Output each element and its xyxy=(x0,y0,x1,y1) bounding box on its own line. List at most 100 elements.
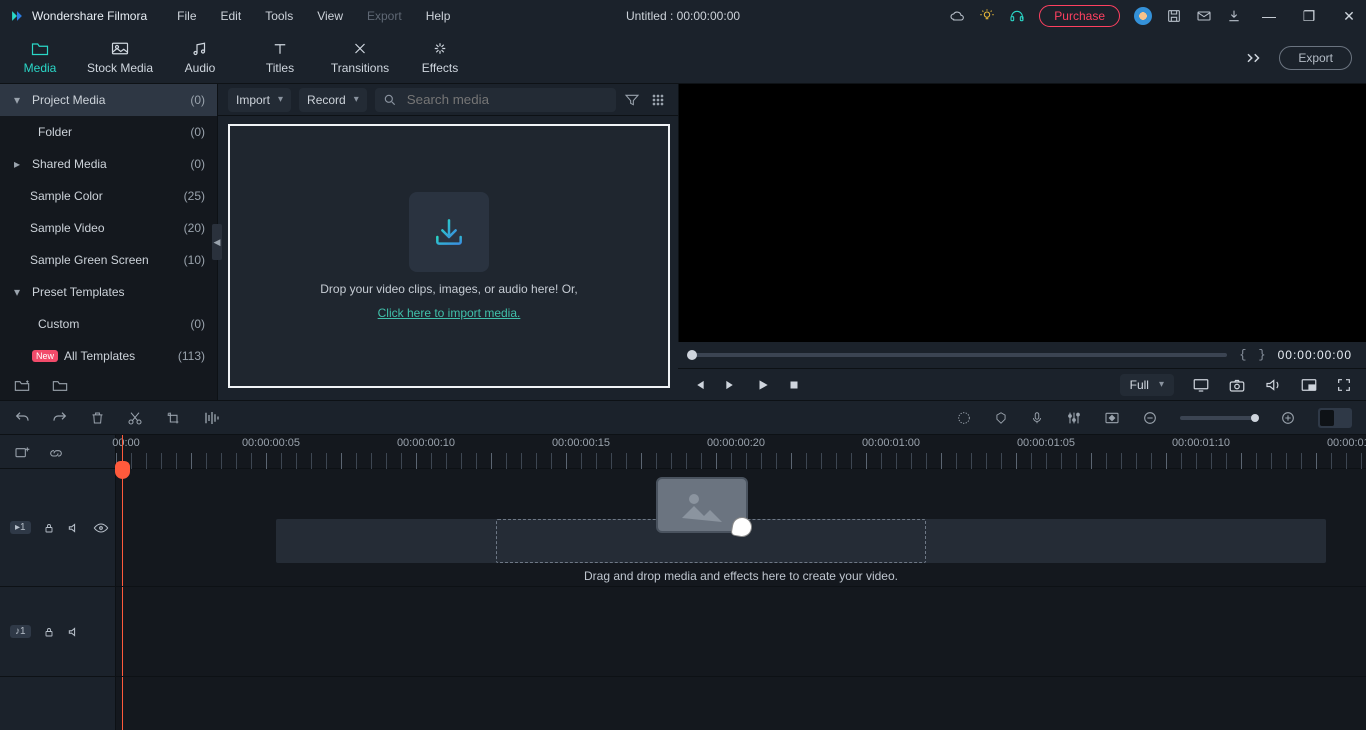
tab-titles[interactable]: Titles xyxy=(240,41,320,75)
panel-collapse-handle[interactable]: ◀ xyxy=(212,224,222,260)
ruler-tick: 00:00 xyxy=(112,437,140,449)
tab-transitions[interactable]: Transitions xyxy=(320,41,400,75)
record-dropdown[interactable]: Record▾ xyxy=(299,88,367,112)
menu-file[interactable]: File xyxy=(167,5,206,27)
mute-icon[interactable] xyxy=(67,522,81,534)
mark-out-icon[interactable]: } xyxy=(1258,348,1265,362)
snapshot-icon[interactable] xyxy=(1228,377,1246,393)
tab-effects[interactable]: Effects xyxy=(400,41,480,75)
lightbulb-icon[interactable] xyxy=(979,8,995,24)
mail-icon[interactable] xyxy=(1196,8,1212,24)
media-search[interactable] xyxy=(375,88,616,112)
menu-help[interactable]: Help xyxy=(416,5,461,27)
media-library-tree: ▾ Project Media (0) Folder (0) ▸ Shared … xyxy=(0,84,218,400)
tab-stock-media[interactable]: Stock Media xyxy=(80,41,160,75)
voiceover-icon[interactable] xyxy=(1030,410,1044,426)
save-icon[interactable] xyxy=(1166,8,1182,24)
display-icon[interactable] xyxy=(1192,377,1210,393)
grid-view-icon[interactable] xyxy=(650,92,668,108)
mark-in-icon[interactable]: { xyxy=(1239,348,1246,362)
tree-folder[interactable]: Folder (0) xyxy=(0,116,217,148)
video-track-header[interactable]: ▸1 xyxy=(0,469,115,587)
play-icon[interactable] xyxy=(756,378,770,392)
undo-icon[interactable] xyxy=(14,410,30,426)
zoom-out-icon[interactable] xyxy=(1142,410,1158,426)
render-preview-icon[interactable] xyxy=(956,410,972,426)
user-avatar[interactable] xyxy=(1134,7,1152,25)
menu-edit[interactable]: Edit xyxy=(211,5,252,27)
new-folder-icon[interactable] xyxy=(14,378,30,392)
tab-effects-label: Effects xyxy=(422,61,458,75)
video-track-badge: ▸1 xyxy=(10,521,31,534)
stop-icon[interactable] xyxy=(788,379,800,391)
fullscreen-icon[interactable] xyxy=(1336,377,1352,393)
tree-sample-video[interactable]: Sample Video (20) xyxy=(0,212,217,244)
volume-icon[interactable] xyxy=(1264,377,1282,393)
redo-icon[interactable] xyxy=(52,410,68,426)
ribbon-overflow-icon[interactable] xyxy=(1245,51,1263,65)
tree-label: Preset Templates xyxy=(32,285,205,299)
audio-mixer-icon[interactable] xyxy=(1066,410,1082,426)
menu-view[interactable]: View xyxy=(307,5,353,27)
preview-scrubber[interactable] xyxy=(692,353,1227,357)
timeline-view-toggle[interactable] xyxy=(1318,408,1352,428)
mute-icon[interactable] xyxy=(67,626,81,638)
tree-footer xyxy=(0,370,82,400)
tree-shared-media[interactable]: ▸ Shared Media (0) xyxy=(0,148,217,180)
lock-icon[interactable] xyxy=(43,625,55,639)
timeline-tracks[interactable]: Drag and drop media and effects here to … xyxy=(116,469,1366,730)
tree-preset-templates[interactable]: ▾ Preset Templates xyxy=(0,276,217,308)
tree-project-media[interactable]: ▾ Project Media (0) xyxy=(0,84,217,116)
menu-tools[interactable]: Tools xyxy=(255,5,303,27)
tree-sample-color[interactable]: Sample Color (25) xyxy=(0,180,217,212)
import-dropdown[interactable]: Import▾ xyxy=(228,88,291,112)
zoom-in-icon[interactable] xyxy=(1280,410,1296,426)
lock-icon[interactable] xyxy=(43,521,55,535)
audio-track-header[interactable]: ♪1 xyxy=(0,587,115,677)
filter-icon[interactable] xyxy=(624,92,642,108)
zoom-slider[interactable] xyxy=(1180,416,1258,420)
tree-sample-green[interactable]: Sample Green Screen (10) xyxy=(0,244,217,276)
media-toolbar: Import▾ Record▾ xyxy=(218,84,678,116)
export-button[interactable]: Export xyxy=(1279,46,1352,70)
cloud-icon[interactable] xyxy=(949,8,965,24)
next-frame-icon[interactable] xyxy=(724,378,738,392)
tree-label: Sample Green Screen xyxy=(30,253,184,267)
dragged-media-thumbnail[interactable] xyxy=(656,477,748,533)
keyframe-icon[interactable] xyxy=(1104,411,1120,425)
window-restore[interactable]: ❐ xyxy=(1296,8,1322,25)
tree-label: Project Media xyxy=(32,93,190,107)
ruler-tick: 00:00:00:05 xyxy=(242,437,300,449)
equalizer-icon[interactable] xyxy=(203,410,221,426)
split-icon[interactable] xyxy=(127,410,143,426)
download-icon[interactable] xyxy=(1226,8,1242,24)
window-minimize[interactable]: — xyxy=(1256,8,1282,24)
link-icon[interactable] xyxy=(48,445,64,459)
add-track-icon[interactable] xyxy=(14,445,30,459)
audio-track[interactable] xyxy=(116,587,1366,677)
preview-quality-dropdown[interactable]: Full▾ xyxy=(1120,374,1174,396)
media-search-input[interactable] xyxy=(405,91,608,108)
dropzone-link[interactable]: Click here to import media. xyxy=(378,306,521,320)
tab-media[interactable]: Media xyxy=(0,41,80,75)
pip-icon[interactable] xyxy=(1300,377,1318,393)
marker-icon[interactable] xyxy=(994,410,1008,426)
crop-icon[interactable] xyxy=(165,410,181,426)
tab-audio[interactable]: Audio xyxy=(160,41,240,75)
delete-icon[interactable] xyxy=(90,410,105,426)
prev-frame-icon[interactable] xyxy=(692,378,706,392)
scrubber-handle[interactable] xyxy=(687,350,697,360)
preview-viewport[interactable] xyxy=(678,84,1366,342)
tree-custom[interactable]: Custom (0) xyxy=(0,308,217,340)
headset-icon[interactable] xyxy=(1009,8,1025,24)
folder-icon[interactable] xyxy=(52,378,68,392)
window-close[interactable]: ✕ xyxy=(1336,8,1362,25)
video-track[interactable]: Drag and drop media and effects here to … xyxy=(116,469,1366,587)
timeline-ruler[interactable]: 00:00 00:00:00:05 00:00:00:10 00:00:00:1… xyxy=(116,435,1366,469)
purchase-button[interactable]: Purchase xyxy=(1039,5,1120,27)
tree-all-templates[interactable]: New All Templates (113) xyxy=(0,340,217,372)
visibility-icon[interactable] xyxy=(93,522,109,534)
new-badge: New xyxy=(32,350,58,362)
media-dropzone[interactable]: Drop your video clips, images, or audio … xyxy=(228,124,670,388)
tab-titles-label: Titles xyxy=(266,61,294,75)
